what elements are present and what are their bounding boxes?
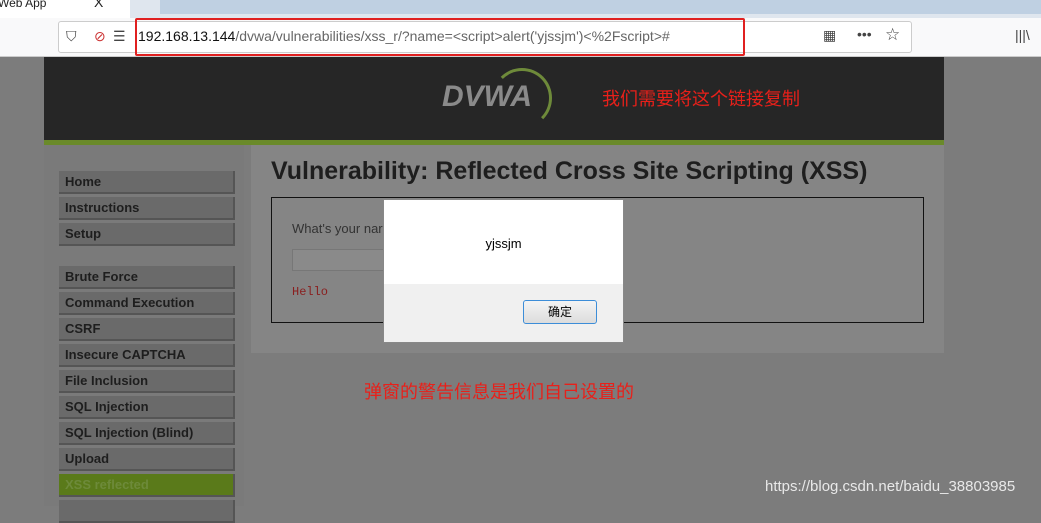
- alert-dialog: yjssjm 确定: [383, 199, 624, 343]
- insecure-lock-icon[interactable]: ⊘: [94, 28, 106, 45]
- sidebar-item-xss-reflected[interactable]: XSS reflected: [59, 474, 235, 497]
- tab-bar: Web App X: [0, 0, 1041, 18]
- alert-message: yjssjm: [485, 236, 522, 251]
- annotation-bottom: 弹窗的警告信息是我们自己设置的: [364, 382, 634, 402]
- sidebar-item-upload[interactable]: Upload: [59, 448, 235, 471]
- sidebar-item-home[interactable]: Home: [59, 171, 235, 194]
- nav-bar: ⛉ ⊘ ☰ 192.168.13.144/dvwa/vulnerabilitie…: [0, 18, 1041, 57]
- browser-tab[interactable]: Web App X: [0, 0, 130, 18]
- sidebar-item-brute-force[interactable]: Brute Force: [59, 266, 235, 289]
- library-icon[interactable]: |||\: [1015, 27, 1030, 43]
- sidebar-item-setup[interactable]: Setup: [59, 223, 235, 246]
- name-label: What's your nar: [292, 221, 383, 236]
- name-input[interactable]: [292, 249, 389, 271]
- tab-strip: [160, 0, 1041, 14]
- more-icon[interactable]: •••: [857, 26, 872, 42]
- permissions-icon[interactable]: ☰: [113, 28, 126, 45]
- watermark: https://blog.csdn.net/baidu_38803985: [765, 478, 1016, 495]
- page-title: Vulnerability: Reflected Cross Site Scri…: [271, 157, 868, 185]
- sidebar-item-sql-injection[interactable]: SQL Injection: [59, 396, 235, 419]
- qr-code-icon[interactable]: ▦: [823, 27, 836, 44]
- sidebar-item-command-execution[interactable]: Command Execution: [59, 292, 235, 315]
- sidebar-item-csrf[interactable]: CSRF: [59, 318, 235, 341]
- logo-swoosh-icon: [492, 68, 552, 128]
- sidebar-item-next[interactable]: [59, 500, 235, 523]
- sidebar-item-instructions[interactable]: Instructions: [59, 197, 235, 220]
- ok-button[interactable]: 确定: [523, 300, 597, 324]
- bookmark-star-icon[interactable]: ☆: [885, 25, 900, 45]
- tab-title: Web App: [0, 0, 47, 10]
- reflected-output: Hello: [292, 285, 329, 299]
- tab-close-icon[interactable]: X: [94, 0, 103, 9]
- annotation-top: 我们需要将这个链接复制: [602, 89, 800, 109]
- sidebar-item-file-inclusion[interactable]: File Inclusion: [59, 370, 235, 393]
- sidebar-item-sql-injection-blind[interactable]: SQL Injection (Blind): [59, 422, 235, 445]
- shield-icon[interactable]: ⛉: [66, 28, 77, 45]
- url-highlight-box: [135, 18, 745, 56]
- sidebar-item-insecure-captcha[interactable]: Insecure CAPTCHA: [59, 344, 235, 367]
